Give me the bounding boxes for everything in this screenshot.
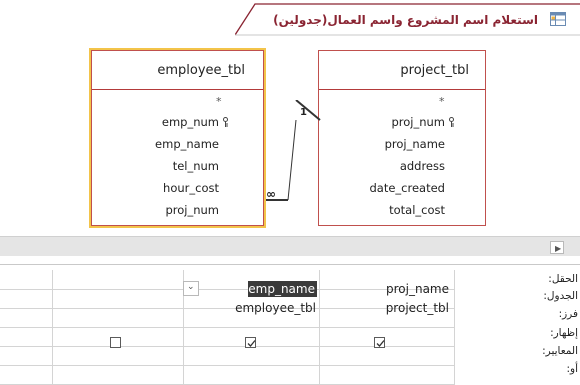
grid-column-divider [52,270,53,385]
join-line[interactable]: 1 ∞ [262,100,322,210]
relationship-many-label: ∞ [266,187,276,201]
row-label-show: إظهار: [550,327,578,339]
field-label: emp_num [161,115,219,129]
employee-table-box[interactable]: employee_tbl * emp_num emp_name tel_num … [89,48,266,228]
pane-splitter[interactable] [0,256,580,265]
project-table-box[interactable]: project_tbl * proj_num proj_name address… [318,50,486,226]
project-field-total-cost[interactable]: total_cost [389,203,445,217]
show-checkbox[interactable] [374,337,385,348]
employee-field-hour-cost[interactable]: hour_cost [163,181,219,195]
employee-field-emp-num[interactable]: emp_num [162,115,229,129]
tab-title: استعلام اسم المشروع واسم العمال(جدولين) [273,13,538,27]
grid-cell-table[interactable]: employee_tbl [235,301,316,315]
row-label-criteria: المعايير: [542,345,578,357]
scroll-right-button[interactable]: ▶ [550,241,564,254]
grid-cell-table[interactable]: project_tbl [386,301,449,315]
project-field-date-created[interactable]: date_created [370,181,446,195]
show-checkbox[interactable] [245,337,256,348]
employee-field-emp-name[interactable]: emp_name [155,137,219,151]
project-table-name: project_tbl [400,63,469,78]
show-checkbox[interactable] [110,337,121,348]
employee-all-fields[interactable]: * [216,95,222,108]
primary-key-icon [448,116,455,127]
chevron-down-icon: ⌄ [187,282,195,292]
document-tab-bar: استعلام اسم المشروع واسم العمال(جدولين) [0,0,580,40]
project-field-proj-num[interactable]: proj_num [391,115,455,129]
grid-row-show [0,327,455,347]
grid-row-criteria [0,346,455,366]
project-table-header[interactable]: project_tbl [319,51,485,90]
field-label: proj_num [391,115,445,129]
employee-field-tel-num[interactable]: tel_num [173,159,219,173]
project-field-address[interactable]: address [400,159,445,173]
project-field-proj-name[interactable]: proj_name [385,137,445,151]
row-label-sort: فرز: [558,308,578,320]
employee-table-name: employee_tbl [157,63,245,78]
grid-cell-field[interactable]: proj_name [386,282,449,296]
primary-key-icon [222,116,229,127]
project-all-fields[interactable]: * [439,95,445,108]
query-icon [550,12,566,26]
grid-cell-field-selected[interactable]: emp_name [248,281,317,297]
field-dropdown-button[interactable]: ⌄ [183,281,199,296]
row-label-or: أو: [566,363,578,375]
employee-field-proj-num[interactable]: proj_num [165,203,219,217]
horizontal-scrollbar[interactable]: ▶ [0,236,580,257]
relationship-one-label: 1 [300,107,307,118]
grid-column-divider [319,270,320,385]
employee-table-header[interactable]: employee_tbl [92,51,263,90]
grid-column-divider [454,270,455,385]
grid-row-or [0,365,455,385]
row-label-table: الجدول: [543,290,578,302]
chevron-right-icon: ▶ [555,244,562,253]
query-tab[interactable]: استعلام اسم المشروع واسم العمال(جدولين) [235,2,580,36]
